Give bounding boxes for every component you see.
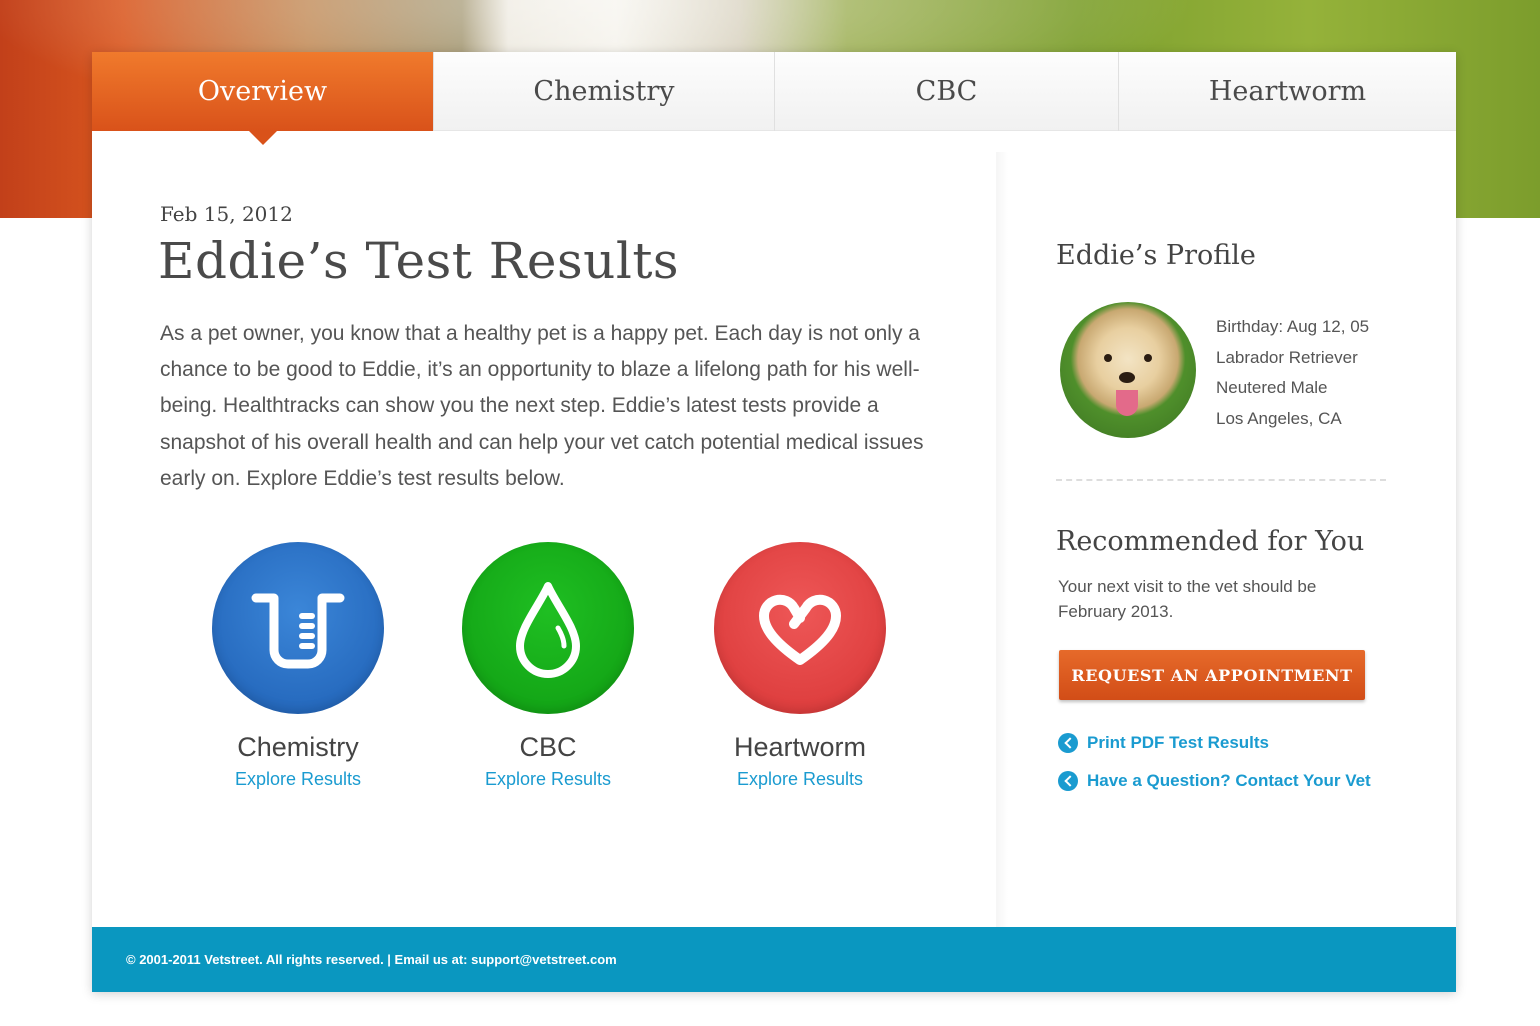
avatar-nose — [1119, 372, 1135, 383]
tab-chemistry[interactable]: Chemistry — [433, 52, 774, 131]
cbc-button[interactable] — [462, 542, 634, 714]
recommended-title: Recommended for You — [1056, 526, 1365, 557]
avatar-tongue — [1116, 390, 1138, 416]
heart-icon — [758, 594, 842, 665]
dashed-divider — [1056, 479, 1386, 481]
result-cbc: CBC Explore Results — [428, 542, 668, 790]
footer: © 2001-2011 Vetstreet. All rights reserv… — [92, 927, 1456, 992]
tab-bar: Overview Chemistry CBC Heartworm — [92, 52, 1456, 145]
chevron-circle-icon — [1058, 771, 1078, 791]
print-pdf-link[interactable]: Print PDF Test Results — [1058, 733, 1269, 753]
chevron-circle-icon — [1058, 733, 1078, 753]
print-pdf-link-label: Print PDF Test Results — [1087, 733, 1269, 752]
beaker-icon — [251, 593, 345, 669]
chemistry-button[interactable] — [212, 542, 384, 714]
result-name: CBC — [519, 732, 577, 762]
contact-vet-link-label: Have a Question? Contact Your Vet — [1087, 771, 1371, 790]
result-name: Chemistry — [237, 732, 359, 762]
explore-results-link[interactable]: Explore Results — [178, 769, 418, 790]
pet-avatar — [1060, 302, 1196, 438]
tab-overview[interactable]: Overview — [92, 52, 433, 145]
profile-sex: Neutered Male — [1216, 378, 1328, 397]
heartworm-button[interactable] — [714, 542, 886, 714]
avatar-eye — [1104, 354, 1112, 362]
tab-cbc[interactable]: CBC — [774, 52, 1118, 131]
content-card: Overview Chemistry CBC Heartworm Feb 15,… — [92, 52, 1456, 992]
explore-results-link[interactable]: Explore Results — [680, 769, 920, 790]
contact-vet-link[interactable]: Have a Question? Contact Your Vet — [1058, 771, 1371, 791]
explore-results-link[interactable]: Explore Results — [428, 769, 668, 790]
avatar-eye — [1144, 354, 1152, 362]
result-chemistry: Chemistry Explore Results — [178, 542, 418, 790]
sidebar: Eddie’s Profile Birthday: Aug 12, 05 Lab… — [996, 152, 1456, 927]
profile-location: Los Angeles, CA — [1216, 408, 1342, 428]
profile-birthday: Birthday: Aug 12, 05 — [1216, 317, 1370, 336]
result-heartworm: Heartworm Explore Results — [680, 542, 920, 790]
drop-icon — [516, 582, 580, 678]
result-name: Heartworm — [733, 732, 867, 762]
intro-paragraph: As a pet owner, you know that a healthy … — [160, 322, 924, 490]
recommended-text: Your next visit to the vet should be Feb… — [1058, 577, 1317, 621]
profile-title: Eddie’s Profile — [1056, 240, 1256, 271]
tab-heartworm[interactable]: Heartworm — [1118, 52, 1456, 131]
profile-details: Birthday: Aug 12, 05 Labrador Retriever … — [1216, 312, 1369, 434]
page-title: Eddie’s Test Results — [158, 232, 680, 290]
copyright-text: © 2001-2011 Vetstreet. All rights reserv… — [126, 952, 617, 967]
profile-breed: Labrador Retriever — [1216, 347, 1358, 367]
report-date: Feb 15, 2012 — [160, 202, 293, 226]
request-appointment-button[interactable]: REQUEST AN APPOINTMENT — [1059, 650, 1365, 700]
